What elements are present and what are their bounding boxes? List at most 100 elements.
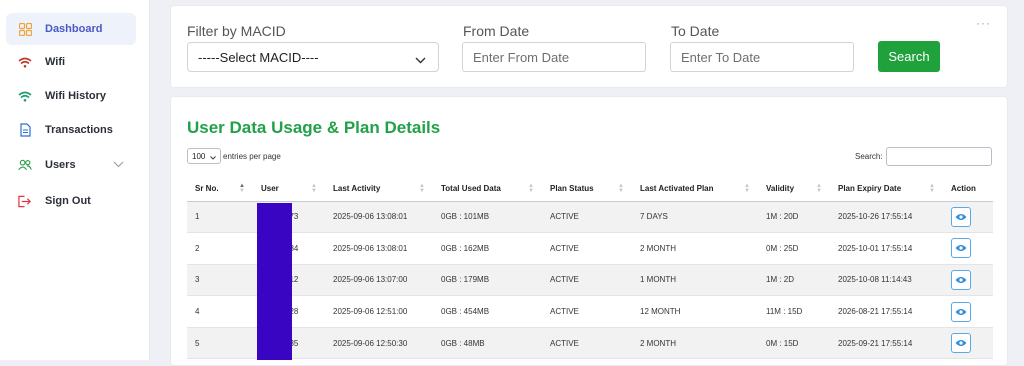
cell-action: [943, 264, 993, 297]
cell-used-data: 0GB : 101MB: [433, 201, 542, 234]
cell-last-activity: 2025-09-06 12:50:30: [325, 327, 433, 360]
cell-action: [943, 201, 993, 234]
sidebar-item-sign-out[interactable]: Sign Out: [6, 185, 136, 217]
sort-icon: ▲ ▼: [239, 183, 245, 194]
card-title: User Data Usage & Plan Details: [187, 118, 441, 137]
cell-validity: 11M : 15D: [758, 295, 830, 328]
sidebar-item-label: Wifi: [45, 56, 66, 68]
sidebar-item-wifi-history[interactable]: Wifi History: [6, 80, 136, 112]
cell-expiry: 2025-09-21 17:55:14: [830, 327, 943, 360]
sidebar-item-users[interactable]: Users: [6, 149, 136, 181]
chevron-down-icon: [113, 159, 124, 171]
sidebar: Dashboard Wifi Wifi History Transactions…: [0, 0, 150, 360]
table-row: 3 212 2025-09-06 13:07:00 0GB : 179MB AC…: [187, 264, 993, 297]
chevron-down-icon: [210, 153, 216, 162]
cell-used-data: 0GB : 48MB: [433, 327, 542, 360]
redaction-block: [257, 203, 292, 360]
cell-validity: 0M : 15D: [758, 327, 830, 360]
sort-icon: ▲ ▼: [528, 183, 534, 194]
more-options-icon[interactable]: ···: [976, 16, 991, 30]
cell-used-data: 0GB : 162MB: [433, 232, 542, 265]
macid-label: Filter by MACID: [187, 23, 286, 39]
table-header-row: Sr No. ▲ ▼ User ▲ ▼ Last Activity ▲ ▼ Total Us…: [187, 177, 993, 202]
sidebar-item-label: Dashboard: [45, 23, 103, 35]
cell-action: [943, 232, 993, 265]
sort-icon: ▲ ▼: [744, 183, 750, 194]
macid-select-value: -----Select MACID----: [198, 50, 319, 65]
column-header: Action: [943, 177, 993, 202]
page-length-select[interactable]: 100: [187, 148, 221, 164]
sidebar-item-label: Sign Out: [45, 195, 91, 207]
cell-validity: 0M : 25D: [758, 232, 830, 265]
sort-icon: ▲ ▼: [419, 183, 425, 194]
table-row: 2 784 2025-09-06 13:08:01 0GB : 162MB AC…: [187, 232, 993, 265]
macid-select[interactable]: -----Select MACID----: [187, 42, 439, 72]
cell-plan: 2 MONTH: [632, 327, 758, 360]
view-button[interactable]: [951, 269, 971, 290]
table-row: 4 028 2025-09-06 12:51:00 0GB : 454MB AC…: [187, 295, 993, 328]
dashboard-icon: [18, 22, 32, 36]
sidebar-item-label: Wifi History: [45, 90, 107, 102]
cell-plan: 2 MONTH: [632, 232, 758, 265]
cell-plan: 12 MONTH: [632, 295, 758, 328]
view-button[interactable]: [951, 238, 971, 259]
eye-icon: [955, 308, 967, 315]
sidebar-item-transactions[interactable]: Transactions: [6, 114, 136, 146]
cell-plan-status: ACTIVE: [542, 327, 632, 360]
from-date-label: From Date: [463, 23, 530, 39]
cell-used-data: 0GB : 454MB: [433, 295, 542, 328]
cell-expiry: 2025-10-26 17:55:14: [830, 201, 943, 234]
table-search-input[interactable]: [886, 147, 992, 166]
cell-sr: 2: [187, 232, 253, 265]
sort-icon: ▲ ▼: [816, 183, 822, 194]
table-search-label: Search:: [855, 152, 883, 161]
sort-icon: ▲ ▼: [311, 183, 317, 194]
column-header[interactable]: Validity ▲ ▼: [758, 177, 830, 202]
search-button[interactable]: Search: [878, 41, 940, 72]
column-header[interactable]: Last Activated Plan ▲ ▼: [632, 177, 758, 202]
cell-expiry: 2025-10-08 11:14:43: [830, 264, 943, 297]
eye-icon: [955, 245, 967, 252]
cell-plan: 7 DAYS: [632, 201, 758, 234]
sidebar-item-label: Users: [45, 159, 76, 171]
users-icon: [18, 158, 32, 172]
usage-card: User Data Usage & Plan Details 100 entri…: [170, 96, 1008, 366]
eye-icon: [955, 276, 967, 283]
column-header[interactable]: User ▲ ▼: [253, 177, 325, 202]
cell-expiry: 2026-08-21 17:55:14: [830, 295, 943, 328]
usage-table: Sr No. ▲ ▼ User ▲ ▼ Last Activity ▲ ▼ Total Us…: [187, 177, 993, 360]
cell-plan-status: ACTIVE: [542, 264, 632, 297]
to-date-input[interactable]: [670, 42, 854, 72]
column-header[interactable]: Total Used Data ▲ ▼: [433, 177, 542, 202]
table-row: 1 773 2025-09-06 13:08:01 0GB : 101MB AC…: [187, 201, 993, 234]
from-date-input[interactable]: [462, 42, 646, 72]
cell-last-activity: 2025-09-06 13:08:01: [325, 232, 433, 265]
table-row: 5 335 2025-09-06 12:50:30 0GB : 48MB ACT…: [187, 327, 993, 360]
chevron-down-icon: [415, 52, 426, 67]
view-button[interactable]: [951, 206, 971, 227]
wifi-icon: [18, 55, 32, 69]
eye-icon: [955, 340, 967, 347]
column-header[interactable]: Plan Status ▲ ▼: [542, 177, 632, 202]
view-button[interactable]: [951, 301, 971, 322]
wifi-icon: [18, 89, 32, 103]
cell-used-data: 0GB : 179MB: [433, 264, 542, 297]
column-header[interactable]: Sr No. ▲ ▼: [187, 177, 253, 202]
cell-sr: 3: [187, 264, 253, 297]
cell-action: [943, 327, 993, 360]
cell-plan-status: ACTIVE: [542, 201, 632, 234]
cell-action: [943, 295, 993, 328]
sidebar-item-dashboard[interactable]: Dashboard: [6, 13, 136, 45]
cell-expiry: 2025-10-01 17:55:14: [830, 232, 943, 265]
cell-last-activity: 2025-09-06 12:51:00: [325, 295, 433, 328]
column-header[interactable]: Last Activity ▲ ▼: [325, 177, 433, 202]
cell-plan: 1 MONTH: [632, 264, 758, 297]
document-icon: [18, 123, 32, 137]
cell-plan-status: ACTIVE: [542, 232, 632, 265]
to-date-label: To Date: [671, 23, 720, 39]
page-length-value: 100: [192, 152, 206, 161]
sidebar-item-wifi[interactable]: Wifi: [6, 46, 136, 78]
view-button[interactable]: [951, 333, 971, 354]
column-header[interactable]: Plan Expiry Date ▲ ▼: [830, 177, 943, 202]
sort-icon: ▲ ▼: [618, 183, 624, 194]
